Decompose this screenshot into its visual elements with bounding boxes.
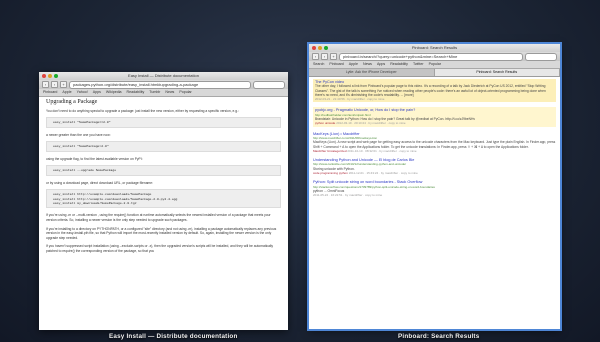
window-caption-left: Easy Install — Distribute documentation bbox=[109, 333, 238, 340]
bookmark-entry: The PyCon video The other day, I followe… bbox=[313, 79, 556, 103]
minimize-button[interactable] bbox=[48, 74, 52, 78]
window-pinboard[interactable]: Pinboard: Search Results ‹ › + pinboard.… bbox=[307, 42, 562, 331]
doc-paragraph: or by using a download page, direct down… bbox=[46, 180, 154, 185]
section-heading: Upgrading a Package bbox=[46, 99, 98, 105]
back-arrow-icon[interactable]: ‹ bbox=[312, 53, 319, 60]
window-caption-right: Pinboard: Search Results bbox=[398, 333, 480, 340]
bookmark-item[interactable]: Yahoo! bbox=[77, 89, 88, 96]
left-bookmarks-bar: Pinboard Apple Yahoo! Apps Wikipedia Rea… bbox=[39, 89, 288, 97]
bookmark-item[interactable]: Tumblr bbox=[149, 89, 160, 96]
bookmark-item[interactable]: Readability bbox=[390, 61, 408, 68]
left-titlebar[interactable]: Easy Install — Distribute documentation bbox=[39, 72, 288, 80]
code-block: easy_install "SomePackage==2.0" bbox=[46, 117, 281, 128]
bookmark-entry: Understanding Python and Unicode — El bl… bbox=[313, 158, 556, 175]
bookmark-tags[interactable]: code programming python bbox=[313, 171, 348, 175]
bookmark-item[interactable]: Apple bbox=[349, 61, 358, 68]
left-window-controls bbox=[42, 74, 58, 78]
close-button[interactable] bbox=[42, 74, 46, 78]
bookmark-item[interactable]: Apps bbox=[93, 89, 101, 96]
doc-paragraph: If you haven't suppressed script install… bbox=[46, 244, 274, 253]
right-toolbar: ‹ › + pinboard.in/search/?query=unicode+… bbox=[309, 52, 560, 61]
doc-paragraph: If you're using -m or --multi-version , … bbox=[46, 213, 271, 222]
bookmark-item[interactable]: Pinboard bbox=[43, 89, 57, 96]
bookmark-item[interactable]: Popular bbox=[429, 61, 441, 68]
window-easy-install[interactable]: Easy Install — Distribute documentation … bbox=[39, 72, 288, 330]
right-bookmarks-bar: Search Pinboard Apple News Apps Readabil… bbox=[309, 61, 560, 69]
tab-lytle[interactable]: Lytle: Ask the iPhone Developer bbox=[309, 69, 435, 76]
bookmark-entry: pyobjc.org - Pragmatic Unicode, or, How … bbox=[313, 107, 556, 127]
bookmark-item[interactable]: News bbox=[363, 61, 372, 68]
code-block: easy_install http://example.com/download… bbox=[46, 189, 281, 209]
share-icon[interactable]: + bbox=[330, 53, 337, 60]
right-titlebar[interactable]: Pinboard: Search Results bbox=[309, 44, 560, 52]
bookmark-meta-text: 2011-12-01 · 15:43:24 · by macdrifter · … bbox=[348, 171, 418, 176]
bookmark-meta-text: 2011-10-10 · 08:32:01 · by macdrifter · … bbox=[347, 148, 417, 153]
bookmark-item[interactable]: Apple bbox=[62, 89, 71, 96]
forward-arrow-icon[interactable]: › bbox=[321, 53, 328, 60]
tab-pinboard-search[interactable]: Pinboard: Search Results bbox=[434, 69, 560, 76]
left-address-bar[interactable]: packages.python.org/distribute/easy_inst… bbox=[69, 80, 251, 89]
bookmark-meta: Macdrifter Uncategorized 2011-10-10 · 08… bbox=[313, 149, 556, 153]
right-window-title: Pinboard: Search Results bbox=[411, 45, 458, 50]
bookmark-item[interactable]: Pinboard bbox=[329, 61, 343, 68]
close-button[interactable] bbox=[312, 46, 316, 50]
bookmark-entry: Python: Split unicode string on word bou… bbox=[313, 180, 556, 197]
right-window-controls bbox=[312, 46, 328, 50]
doc-paragraph: You don't need to do anything special to… bbox=[46, 108, 239, 113]
right-tab-bar: Lytle: Ask the iPhone Developer Pinboard… bbox=[309, 69, 560, 77]
zoom-button[interactable] bbox=[324, 46, 328, 50]
bookmark-description: MacKeys (Lion). A new script and web pag… bbox=[313, 140, 556, 149]
left-search-field[interactable] bbox=[253, 80, 285, 89]
bookmark-entry: MacKeys (Lion) • Macdrifter http://www.m… bbox=[313, 132, 556, 153]
bookmark-meta: 2012-03-21 · 21:40:56 · by macdrifter · … bbox=[315, 97, 385, 102]
code-block: easy_install "SomePackage>2.0" bbox=[46, 141, 281, 152]
minimize-button[interactable] bbox=[318, 46, 322, 50]
bookmark-meta: 2011-05-22 · 16:22:51 · by macdrifter · … bbox=[313, 193, 383, 198]
bookmark-item[interactable]: Search bbox=[313, 61, 324, 68]
left-window-title: Easy Install — Distribute documentation bbox=[128, 73, 199, 78]
code-block: easy_install --upgrade SomePackage bbox=[46, 165, 281, 176]
document-content: Upgrading a Package You don't need to do… bbox=[39, 97, 288, 261]
right-search-field[interactable] bbox=[525, 52, 557, 61]
bookmark-tags[interactable]: Macdrifter Uncategorized bbox=[313, 149, 347, 153]
share-icon[interactable]: + bbox=[60, 81, 67, 88]
bookmark-item[interactable]: Popular bbox=[179, 89, 191, 96]
forward-arrow-icon[interactable]: › bbox=[51, 81, 58, 88]
back-arrow-icon[interactable]: ‹ bbox=[42, 81, 49, 88]
bookmark-item[interactable]: Twitter bbox=[413, 61, 424, 68]
bookmark-meta-text: 2012-03-19 · 20:10:24 · by macdrifter · … bbox=[336, 121, 406, 126]
doc-paragraph: If you're installing to a directory on P… bbox=[46, 226, 277, 240]
zoom-button[interactable] bbox=[54, 74, 58, 78]
bookmark-item[interactable]: News bbox=[165, 89, 174, 96]
bookmark-description: The other day, I followed a link from Pi… bbox=[315, 84, 546, 97]
bookmark-meta: python unicode 2012-03-19 · 20:10:24 · b… bbox=[315, 121, 554, 125]
left-toolbar: ‹ › + packages.python.org/distribute/eas… bbox=[39, 80, 288, 89]
doc-paragraph: using the upgrade flag, to find the late… bbox=[46, 156, 143, 161]
bookmark-item[interactable]: Apps bbox=[377, 61, 385, 68]
bookmark-meta: code programming python 2011-12-01 · 15:… bbox=[313, 171, 556, 175]
bookmark-item[interactable]: Wikipedia bbox=[106, 89, 122, 96]
bookmark-item[interactable]: Readability bbox=[127, 89, 145, 96]
doc-paragraph: a newer greater than the one you have no… bbox=[46, 132, 111, 137]
right-address-bar[interactable]: pinboard.in/search/?query=unicode+python… bbox=[339, 52, 523, 61]
search-results: The PyCon video The other day, I followe… bbox=[309, 77, 560, 205]
bookmark-tags[interactable]: python unicode bbox=[315, 121, 335, 125]
